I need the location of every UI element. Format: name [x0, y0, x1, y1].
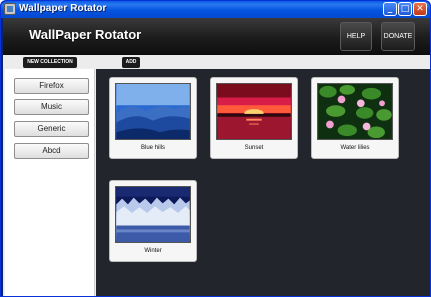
wallpaper-grid: Blue hills Sunset Water lilies Winter	[96, 69, 430, 296]
collection-item-music[interactable]: Music	[14, 99, 89, 115]
winter-image	[115, 186, 191, 243]
maximize-button[interactable]: □	[398, 2, 412, 16]
window-title: Wallpaper Rotator	[19, 3, 107, 14]
wallpaper-label: Winter	[144, 248, 162, 254]
app-name: WallPaper Rotator	[29, 27, 142, 42]
new-collection-button[interactable]: NEW COLLECTION	[23, 57, 77, 68]
wallpaper-label: Blue hills	[140, 145, 165, 151]
donate-button[interactable]: DONATE	[381, 22, 415, 51]
client-area: WallPaper Rotator HELP DONATE NEW COLLEC…	[3, 18, 430, 296]
wallpaper-label: Sunset	[244, 145, 264, 151]
help-button[interactable]: HELP	[340, 22, 372, 51]
tab-strip: NEW COLLECTION ADD	[3, 55, 430, 69]
blue-hills-image	[115, 83, 191, 140]
wallpaper-card[interactable]: Sunset	[210, 77, 298, 159]
app-header: WallPaper Rotator HELP DONATE	[3, 18, 430, 55]
collection-item-generic[interactable]: Generic	[14, 121, 89, 137]
collection-item-firefox[interactable]: Firefox	[14, 78, 89, 94]
app-icon	[4, 3, 16, 15]
collections-sidebar: Firefox Music Generic Abcd	[5, 69, 95, 296]
add-wallpaper-button[interactable]: ADD	[122, 57, 140, 68]
title-bar[interactable]: Wallpaper Rotator _ □ ✕	[1, 1, 430, 18]
wallpaper-label: Water lilies	[340, 145, 370, 151]
water-lilies-image	[317, 83, 393, 140]
collection-item-abcd[interactable]: Abcd	[14, 143, 89, 159]
close-button[interactable]: ✕	[413, 2, 427, 16]
sunset-image	[216, 83, 292, 140]
wallpaper-card[interactable]: Blue hills	[109, 77, 197, 159]
wallpaper-card[interactable]: Winter	[109, 180, 197, 262]
minimize-button[interactable]: _	[383, 2, 397, 16]
wallpaper-card[interactable]: Water lilies	[311, 77, 399, 159]
app-window: Wallpaper Rotator _ □ ✕ WallPaper Rotato…	[0, 0, 431, 297]
